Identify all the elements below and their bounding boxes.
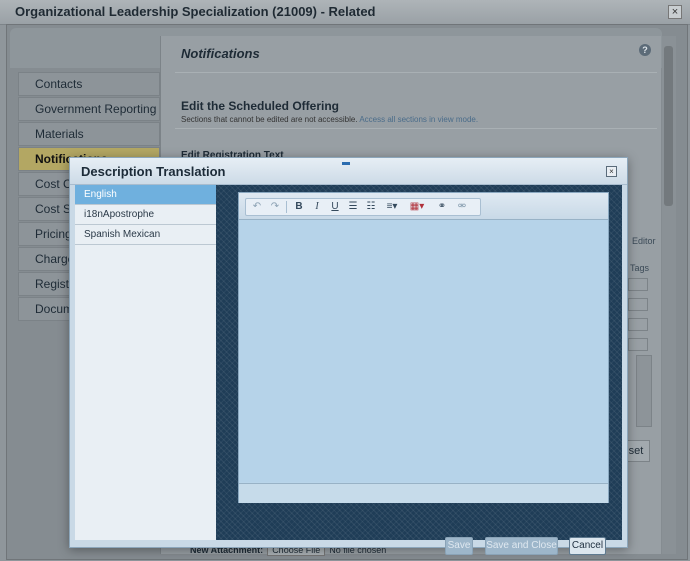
edit-offering-subtitle: Sections that cannot be edited are not a…	[181, 115, 478, 124]
window-scrollbar[interactable]	[662, 36, 676, 554]
undo-icon[interactable]: ↶	[250, 199, 264, 215]
window-close-icon[interactable]: ×	[668, 5, 682, 19]
subtitle-text: Sections that cannot be edited are not a…	[181, 115, 360, 124]
toolbar-group: ↶ ↷ B I U ☰ ☷ ≡▾ ▦▾ ⚭ ⚮	[245, 198, 481, 216]
divider	[175, 72, 657, 73]
nav-item-materials[interactable]: Materials	[18, 122, 160, 146]
dialog-titlebar[interactable]: Description Translation ×	[70, 158, 627, 185]
view-mode-link[interactable]: Access all sections in view mode.	[359, 115, 478, 124]
numbered-list-icon[interactable]: ☷	[364, 199, 378, 215]
editor-pane: ↶ ↷ B I U ☰ ☷ ≡▾ ▦▾ ⚭ ⚮ Save Save and Cl…	[216, 185, 622, 555]
unlink-icon[interactable]: ⚮	[454, 199, 470, 215]
right-field[interactable]	[628, 278, 648, 291]
table-dropdown-icon[interactable]: ▦▾	[406, 199, 428, 215]
toolbar-separator	[286, 201, 287, 213]
right-field[interactable]	[628, 338, 648, 351]
window-title: Organizational Leadership Specialization…	[15, 4, 376, 19]
editor-status-bar	[239, 483, 608, 503]
help-icon[interactable]: ?	[639, 44, 651, 56]
right-scrollbox[interactable]	[636, 355, 652, 427]
cancel-button[interactable]: Cancel	[569, 537, 606, 555]
section-heading: Notifications	[181, 46, 260, 61]
align-dropdown-icon[interactable]: ≡▾	[382, 199, 402, 215]
right-field[interactable]	[628, 298, 648, 311]
language-list: English i18nApostrophe Spanish Mexican	[75, 185, 216, 540]
bold-icon[interactable]: B	[292, 199, 306, 215]
dialog-title: Description Translation	[81, 164, 226, 179]
divider	[175, 128, 657, 129]
window-titlebar: Organizational Leadership Specialization…	[0, 0, 690, 25]
tags-label[interactable]: Tags	[630, 263, 649, 273]
italic-icon[interactable]: I	[310, 199, 324, 215]
language-item-english[interactable]: English	[75, 185, 216, 205]
nav-item-contacts[interactable]: Contacts	[18, 72, 160, 96]
close-icon[interactable]: ×	[606, 166, 617, 177]
nav-item-government-reporting[interactable]: Government Reporting	[18, 97, 160, 121]
language-item-spanish-mexican[interactable]: Spanish Mexican	[75, 225, 216, 245]
rich-text-editor: ↶ ↷ B I U ☰ ☷ ≡▾ ▦▾ ⚭ ⚮	[238, 192, 609, 503]
editor-text-area[interactable]	[239, 220, 608, 482]
drag-grip[interactable]	[342, 162, 350, 165]
underline-icon[interactable]: U	[328, 199, 342, 215]
editor-label[interactable]: Editor	[632, 236, 656, 246]
editor-toolbar: ↶ ↷ B I U ☰ ☷ ≡▾ ▦▾ ⚭ ⚮	[239, 193, 608, 220]
bullet-list-icon[interactable]: ☰	[346, 199, 360, 215]
scrollbar-thumb[interactable]	[664, 46, 673, 206]
language-item-i18napostrophe[interactable]: i18nApostrophe	[75, 205, 216, 225]
redo-icon[interactable]: ↷	[268, 199, 282, 215]
save-and-close-button[interactable]: Save and Close	[485, 537, 558, 555]
description-translation-dialog: Description Translation × English i18nAp…	[69, 157, 628, 555]
save-button[interactable]: Save	[445, 537, 473, 555]
right-field[interactable]	[628, 318, 648, 331]
edit-offering-title: Edit the Scheduled Offering	[181, 99, 340, 113]
link-icon[interactable]: ⚭	[434, 199, 450, 215]
